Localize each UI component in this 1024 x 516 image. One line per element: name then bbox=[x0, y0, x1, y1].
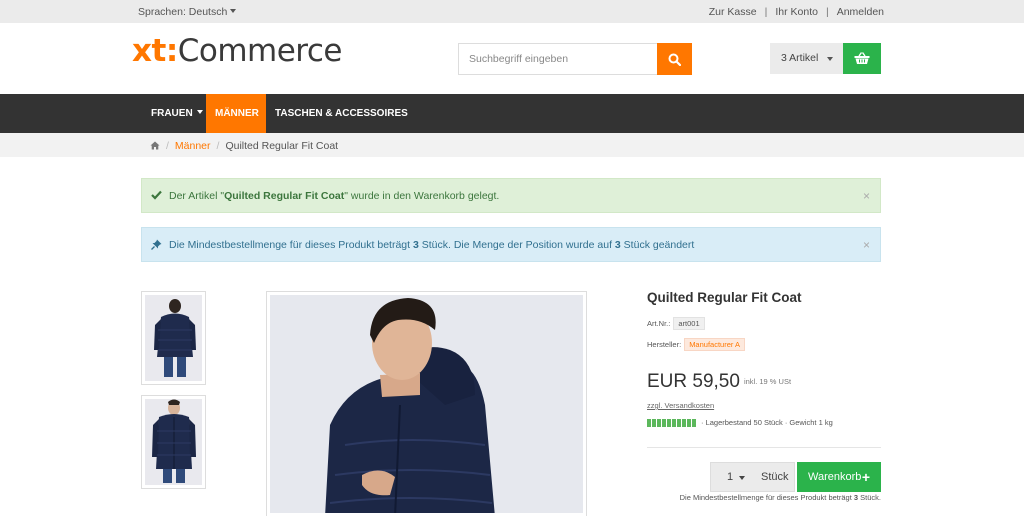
chevron-down-icon bbox=[827, 57, 833, 61]
search-input[interactable] bbox=[459, 44, 657, 74]
home-icon[interactable] bbox=[150, 141, 160, 150]
product-price: EUR 59,50 inkl. 19 % USt bbox=[647, 371, 792, 392]
weight-label: · Gewicht 1 kg bbox=[784, 418, 833, 427]
cart-dropdown[interactable]: 3 Artikel bbox=[770, 43, 843, 74]
quantity-select[interactable]: 1 Stück bbox=[710, 462, 795, 492]
breadcrumb-bar: / Männer / Quilted Regular Fit Coat bbox=[0, 133, 1024, 157]
product-info: Quilted Regular Fit Coat Art.Nr.: art001 … bbox=[647, 290, 881, 502]
article-number: art001 bbox=[673, 317, 705, 330]
top-links: Zur Kasse | Ihr Konto | Anmelden bbox=[708, 6, 884, 18]
language-selector[interactable]: Sprachen: Deutsch bbox=[138, 6, 237, 18]
cart-widget: 3 Artikel bbox=[770, 43, 881, 74]
basket-icon bbox=[854, 52, 870, 64]
chevron-down-icon bbox=[230, 9, 237, 13]
close-icon[interactable]: × bbox=[863, 179, 870, 214]
divider bbox=[647, 447, 881, 448]
breadcrumb-category[interactable]: Männer bbox=[175, 140, 211, 152]
success-alert: Der Artikel "Quilted Regular Fit Coat" w… bbox=[141, 178, 881, 213]
breadcrumb: / Männer / Quilted Regular Fit Coat bbox=[150, 140, 338, 152]
language-label: Sprachen: Deutsch bbox=[138, 6, 228, 18]
add-to-cart-button[interactable]: Warenkorb + bbox=[797, 462, 881, 492]
account-link[interactable]: Ihr Konto bbox=[775, 6, 818, 18]
top-bar: Sprachen: Deutsch Zur Kasse | Ihr Konto | An… bbox=[0, 0, 1024, 23]
pin-icon bbox=[151, 239, 162, 250]
product-image bbox=[270, 295, 583, 513]
check-icon bbox=[151, 190, 162, 200]
info-alert: Die Mindestbestellmenge für dieses Produ… bbox=[141, 227, 881, 262]
product-image bbox=[145, 295, 202, 381]
nav-item-frauen[interactable]: FRAUEN bbox=[142, 94, 212, 133]
shipping-link[interactable]: zzgl. Versandkosten bbox=[647, 401, 714, 410]
manufacturer-link[interactable]: Manufacturer A bbox=[684, 338, 746, 351]
plus-icon: + bbox=[861, 469, 870, 485]
stock-row: · Lagerbestand 50 Stück · Gewicht 1 kg bbox=[647, 418, 833, 427]
vat-note: inkl. 19 % USt bbox=[743, 377, 792, 386]
chevron-down-icon bbox=[739, 476, 745, 480]
product-image bbox=[145, 399, 202, 485]
chevron-down-icon bbox=[196, 110, 203, 114]
quantity-value: 1 bbox=[727, 471, 734, 483]
search-button[interactable] bbox=[657, 43, 692, 75]
stock-indicator bbox=[647, 418, 696, 427]
product-title: Quilted Regular Fit Coat bbox=[647, 290, 802, 305]
login-link[interactable]: Anmelden bbox=[837, 6, 884, 18]
main-nav: FRAUEN MÄNNER TASCHEN & ACCESSOIRES bbox=[0, 94, 1024, 133]
product-thumbnail-front[interactable] bbox=[141, 395, 206, 489]
search-box bbox=[458, 43, 692, 75]
cart-button[interactable] bbox=[843, 43, 881, 74]
search-icon bbox=[668, 53, 681, 66]
nav-item-taschen[interactable]: TASCHEN & ACCESSOIRES bbox=[266, 94, 417, 133]
nav-item-maenner[interactable]: MÄNNER bbox=[206, 94, 266, 133]
main-product-image[interactable] bbox=[266, 291, 587, 516]
stock-label: · Lagerbestand 50 Stück bbox=[701, 418, 783, 427]
breadcrumb-current: Quilted Regular Fit Coat bbox=[225, 140, 339, 152]
article-number-row: Art.Nr.: art001 bbox=[647, 317, 705, 330]
quantity-unit: Stück bbox=[761, 471, 789, 483]
product-thumbnail-back[interactable] bbox=[141, 291, 206, 385]
cart-count-label: 3 Artikel bbox=[781, 52, 819, 64]
manufacturer-row: Hersteller: Manufacturer A bbox=[647, 338, 746, 351]
close-icon[interactable]: × bbox=[863, 228, 870, 263]
checkout-link[interactable]: Zur Kasse bbox=[709, 6, 757, 18]
logo[interactable]: xt:Commerce bbox=[132, 33, 342, 69]
minimum-order-note: Die Mindestbestellmenge für dieses Produ… bbox=[679, 493, 881, 502]
